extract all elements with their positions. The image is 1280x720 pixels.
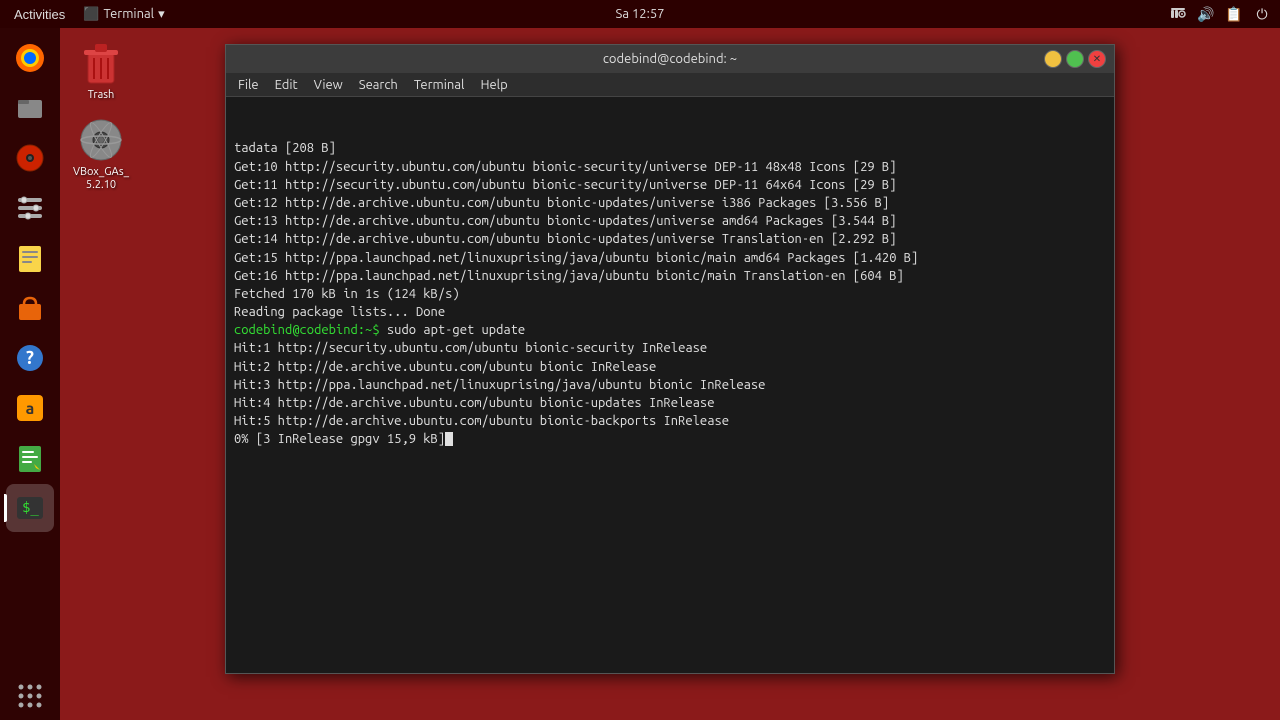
taskbar-item-help[interactable]: ?	[6, 334, 54, 382]
terminal-line: Get:15 http://ppa.launchpad.net/linuxupr…	[234, 249, 1106, 267]
svg-text:$_: $_	[22, 500, 39, 516]
taskbar-item-files[interactable]	[6, 84, 54, 132]
taskbar-item-scratch[interactable]	[6, 434, 54, 482]
desktop-icon-trash[interactable]: Trash	[65, 35, 137, 106]
terminal-line: Reading package lists... Done	[234, 303, 1106, 321]
terminal-indicator[interactable]: ⬛ Terminal ▾	[83, 7, 164, 22]
taskbar-item-notes[interactable]	[6, 234, 54, 282]
vboxgas-label: VBox_GAs_ 5.2.10	[73, 166, 129, 192]
terminal-output-line: Hit:2 http://de.archive.ubuntu.com/ubunt…	[234, 358, 1106, 376]
taskbar-item-store[interactable]	[6, 284, 54, 332]
terminal-current-line: 0% [3 InRelease gpgv 15,9 kB]	[234, 430, 1106, 448]
menu-search[interactable]: Search	[351, 76, 406, 94]
terminal-line: Get:11 http://security.ubuntu.com/ubuntu…	[234, 176, 1106, 194]
taskbar-item-apps[interactable]	[6, 672, 54, 720]
topbar-left: Activities ⬛ Terminal ▾	[8, 5, 165, 24]
terminal-prompt-line: codebind@codebind:~$ sudo apt-get update	[234, 321, 1106, 339]
terminal-window: codebind@codebind: ~ ✕ File Edit View Se…	[225, 44, 1115, 674]
terminal-line: Get:12 http://de.archive.ubuntu.com/ubun…	[234, 194, 1106, 212]
menu-file[interactable]: File	[230, 76, 267, 94]
svg-text:a: a	[26, 400, 35, 418]
terminal-titlebar[interactable]: codebind@codebind: ~ ✕	[226, 45, 1114, 73]
terminal-line: tadata [208 B]	[234, 139, 1106, 157]
close-button[interactable]: ✕	[1088, 50, 1106, 68]
maximize-button[interactable]	[1066, 50, 1084, 68]
terminal-line: Get:16 http://ppa.launchpad.net/linuxupr…	[234, 267, 1106, 285]
menu-view[interactable]: View	[306, 76, 351, 94]
terminal-line: Get:13 http://de.archive.ubuntu.com/ubun…	[234, 212, 1106, 230]
desktop-icons: Trash VBox_GAs_ 5.2.10	[65, 35, 137, 197]
taskbar-item-terminal[interactable]: $_	[6, 484, 54, 532]
svg-text:?: ?	[26, 348, 34, 368]
terminal-output-line: Hit:3 http://ppa.launchpad.net/linuxupri…	[234, 376, 1106, 394]
terminal-line: Get:14 http://de.archive.ubuntu.com/ubun…	[234, 230, 1106, 248]
terminal-output-line: Hit:1 http://security.ubuntu.com/ubuntu …	[234, 339, 1106, 357]
menu-terminal[interactable]: Terminal	[406, 76, 473, 94]
menu-help[interactable]: Help	[472, 76, 515, 94]
terminal-menubar: File Edit View Search Terminal Help	[226, 73, 1114, 97]
desktop-icon-vboxgas[interactable]: VBox_GAs_ 5.2.10	[65, 112, 137, 196]
topbar-right: 🔊 📋 ⏻	[1168, 4, 1272, 24]
terminal-line: Get:10 http://security.ubuntu.com/ubuntu…	[234, 158, 1106, 176]
command-text: sudo apt-get update	[380, 323, 526, 337]
trash-label: Trash	[88, 89, 115, 102]
network-icon[interactable]	[1168, 4, 1188, 24]
terminal-output-line: Hit:5 http://de.archive.ubuntu.com/ubunt…	[234, 412, 1106, 430]
taskbar-item-settings[interactable]	[6, 184, 54, 232]
clipboard-icon[interactable]: 📋	[1224, 4, 1244, 24]
terminal-body[interactable]: tadata [208 B]Get:10 http://security.ubu…	[226, 97, 1114, 673]
minimize-button[interactable]	[1044, 50, 1062, 68]
volume-icon[interactable]: 🔊	[1196, 4, 1216, 24]
prompt-user: codebind@codebind:~$	[234, 323, 380, 337]
terminal-line: Fetched 170 kB in 1s (124 kB/s)	[234, 285, 1106, 303]
terminal-cursor	[445, 432, 453, 446]
topbar-datetime: Sa 12:57	[615, 7, 664, 21]
topbar: Activities ⬛ Terminal ▾ Sa 12:57 🔊 📋 ⏻	[0, 0, 1280, 28]
terminal-title: codebind@codebind: ~	[603, 52, 737, 66]
taskbar-item-firefox[interactable]	[6, 34, 54, 82]
terminal-output-line: Hit:4 http://de.archive.ubuntu.com/ubunt…	[234, 394, 1106, 412]
menu-edit[interactable]: Edit	[267, 76, 306, 94]
power-icon[interactable]: ⏻	[1252, 4, 1272, 24]
activities-button[interactable]: Activities	[8, 5, 71, 24]
taskbar: ? a $_	[0, 28, 60, 720]
window-controls: ✕	[1044, 50, 1106, 68]
taskbar-item-amazon[interactable]: a	[6, 384, 54, 432]
taskbar-item-cdrom[interactable]	[6, 134, 54, 182]
